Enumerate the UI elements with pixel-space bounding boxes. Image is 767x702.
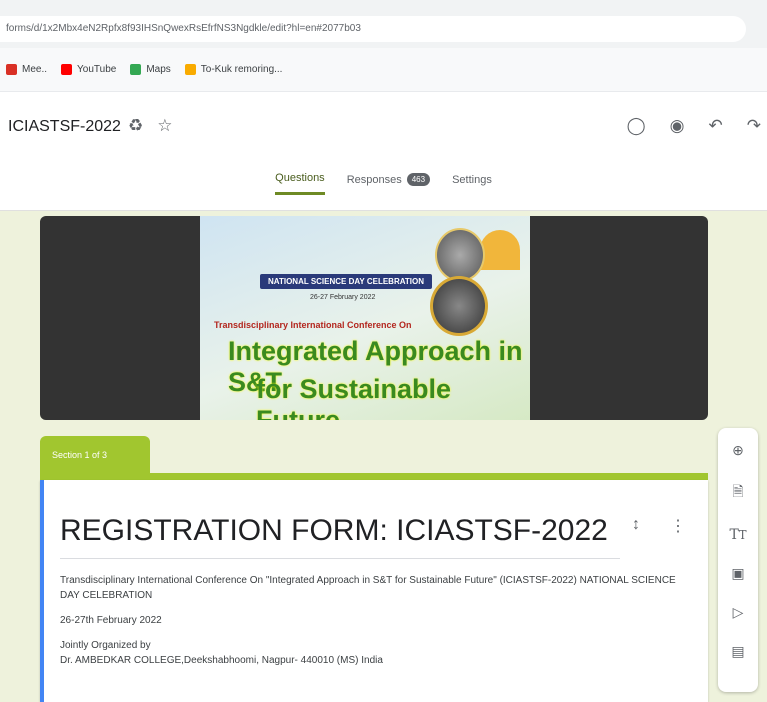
redo-icon[interactable]: ↷ bbox=[747, 116, 761, 136]
section-label: Section 1 of 3 bbox=[40, 436, 150, 474]
conference-label: Transdisciplinary International Conferen… bbox=[214, 320, 412, 330]
star-icon[interactable]: ☆ bbox=[157, 116, 172, 136]
forms-header: ICIASTSF-2022 ♻ ☆ ◯ ◉ ↶ ↷ Questions Resp… bbox=[0, 92, 767, 211]
portrait-photo bbox=[430, 276, 488, 336]
bookmarks-bar: Mee.. YouTube Maps To-Kuk remoring... bbox=[0, 48, 767, 92]
tab-questions[interactable]: Questions bbox=[275, 172, 325, 195]
add-video-icon[interactable]: ▷ bbox=[733, 604, 744, 621]
tab-responses[interactable]: Responses 463 bbox=[347, 172, 431, 195]
add-image-icon[interactable]: ▣ bbox=[731, 565, 744, 582]
form-tabs: Questions Responses 463 Settings bbox=[0, 172, 767, 195]
bookmark-youtube[interactable]: YouTube bbox=[61, 64, 116, 75]
customize-theme-icon[interactable]: ◯ bbox=[627, 116, 646, 136]
conference-poster: NATIONAL SCIENCE DAY CELEBRATION 26-27 F… bbox=[200, 216, 530, 420]
add-title-icon[interactable]: TT bbox=[729, 527, 746, 543]
drag-handle-icon[interactable]: ↕ bbox=[632, 516, 640, 536]
undo-icon[interactable]: ↶ bbox=[709, 116, 723, 136]
url-field[interactable]: forms/d/1x2Mbx4eN2Rpfx8f93IHSnQwexRsEfrf… bbox=[0, 16, 746, 42]
more-options-icon[interactable]: ⋮ bbox=[670, 516, 686, 536]
move-to-folder-icon[interactable]: ♻ bbox=[128, 116, 143, 136]
title-underline bbox=[60, 558, 620, 559]
dome-graphic bbox=[480, 230, 520, 270]
portrait-photo bbox=[435, 228, 485, 282]
bookmark-mee[interactable]: Mee.. bbox=[6, 64, 47, 75]
tab-settings[interactable]: Settings bbox=[452, 172, 492, 195]
form-title[interactable]: REGISTRATION FORM: ICIASTSF-2022 bbox=[60, 514, 608, 548]
form-title-header[interactable]: ICIASTSF-2022 bbox=[8, 118, 121, 136]
bookmark-maps[interactable]: Maps bbox=[130, 64, 171, 75]
floating-toolbar: ⊕ 🗎 TT ▣ ▷ ▤ bbox=[718, 428, 758, 692]
form-description[interactable]: Transdisciplinary International Conferen… bbox=[60, 573, 690, 678]
youtube-icon bbox=[61, 64, 73, 75]
import-questions-icon[interactable]: 🗎 bbox=[732, 481, 743, 505]
bookmark-icon bbox=[184, 64, 196, 75]
responses-count-badge: 463 bbox=[406, 173, 431, 186]
form-header-card[interactable]: REGISTRATION FORM: ICIASTSF-2022 ↕ ⋮ Tra… bbox=[40, 480, 708, 702]
header-banner-image: NATIONAL SCIENCE DAY CELEBRATION 26-27 F… bbox=[40, 216, 708, 420]
bookmark-kuk[interactable]: To-Kuk remoring... bbox=[184, 64, 282, 75]
banner-dates: 26-27 February 2022 bbox=[310, 294, 376, 301]
maps-icon bbox=[130, 64, 142, 75]
gmail-icon bbox=[6, 64, 17, 75]
banner-headline: for Sustainable Future bbox=[256, 374, 452, 420]
add-question-icon[interactable]: ⊕ bbox=[732, 442, 744, 459]
science-day-label: NATIONAL SCIENCE DAY CELEBRATION bbox=[260, 274, 433, 289]
add-section-icon[interactable]: ▤ bbox=[731, 643, 744, 660]
preview-eye-icon[interactable]: ◉ bbox=[670, 116, 685, 136]
browser-address-bar: forms/d/1x2Mbx4eN2Rpfx8f93IHSnQwexRsEfrf… bbox=[0, 0, 767, 49]
